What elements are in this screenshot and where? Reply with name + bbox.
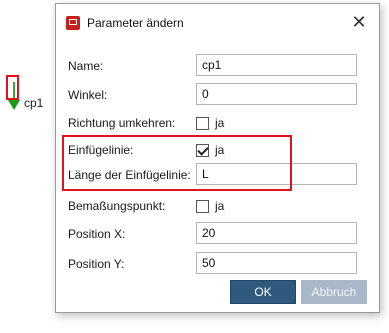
richtung-label: Richtung umkehren: xyxy=(68,116,176,130)
annotation-highlight-box xyxy=(62,135,292,191)
title-bar[interactable]: Parameter ändern ✕ xyxy=(56,4,379,40)
position-y-label: Position Y: xyxy=(68,257,125,271)
bemassung-label: Bemaßungspunkt: xyxy=(68,199,166,213)
point-label: cp1 xyxy=(24,96,44,110)
bemassung-checkbox[interactable] xyxy=(196,200,209,213)
insertion-line xyxy=(13,82,15,98)
insertion-point-marker-icon[interactable] xyxy=(8,100,20,110)
cancel-button[interactable]: Abbruch xyxy=(301,280,367,304)
name-label: Name: xyxy=(68,59,104,73)
winkel-input[interactable] xyxy=(196,83,357,105)
winkel-label: Winkel: xyxy=(68,88,108,102)
close-icon[interactable]: ✕ xyxy=(349,12,369,32)
app-icon xyxy=(66,16,80,30)
parameter-dialog: Parameter ändern ✕ Name: Winkel: Richtun… xyxy=(55,3,380,313)
position-y-input[interactable] xyxy=(196,252,357,274)
richtung-check-label: ja xyxy=(215,116,225,130)
ok-button[interactable]: OK xyxy=(230,280,296,304)
richtung-checkbox[interactable] xyxy=(196,117,209,130)
bemassung-check-label: ja xyxy=(215,199,225,213)
position-x-label: Position X: xyxy=(68,227,126,241)
position-x-input[interactable] xyxy=(196,222,357,244)
name-input[interactable] xyxy=(196,54,357,76)
dialog-title: Parameter ändern xyxy=(87,16,184,30)
